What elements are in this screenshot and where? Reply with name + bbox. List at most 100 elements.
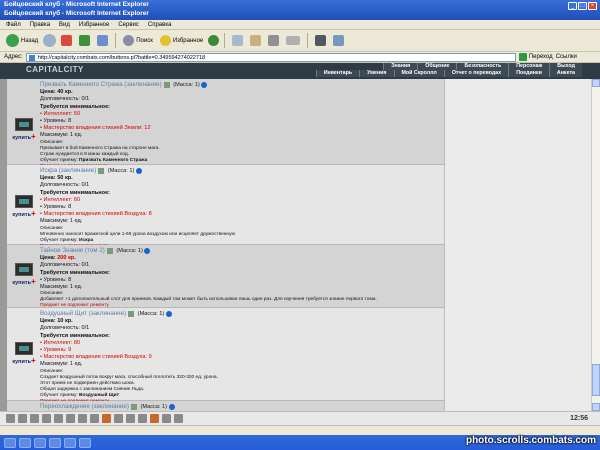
buy-button[interactable]: купить+ — [8, 118, 40, 141]
info-icon[interactable] — [201, 81, 208, 88]
taskbar-app-icon[interactable] — [19, 437, 31, 448]
menu-tools[interactable]: Сервис — [118, 22, 139, 28]
learned-skill: Искра — [79, 237, 94, 243]
nav-communication[interactable]: Общение — [417, 63, 457, 70]
back-button[interactable]: Назад — [4, 33, 40, 48]
info-icon[interactable] — [144, 247, 151, 254]
requirements-title: Требуется минимальное: — [40, 189, 111, 196]
item-image — [15, 342, 33, 355]
tool-icon[interactable] — [315, 35, 327, 46]
learned-skill: Призвать Каменного Стража — [79, 157, 148, 163]
buy-button[interactable]: купить+ — [8, 263, 40, 286]
item-price: 200 кр. — [57, 255, 76, 262]
maximize-button[interactable]: □ — [578, 2, 587, 10]
taskbar-app-icon[interactable] — [49, 437, 61, 448]
edit-icon[interactable] — [286, 36, 301, 45]
action-icon[interactable] — [78, 414, 87, 423]
print-icon[interactable] — [268, 35, 280, 46]
forward-arrow-icon[interactable] — [43, 34, 57, 47]
history-icon[interactable] — [232, 35, 244, 46]
add-icon: + — [30, 356, 36, 365]
nav-profile[interactable]: Анкета — [548, 70, 582, 77]
action-icon[interactable] — [162, 414, 171, 423]
site-logo: CAPITALCITY — [26, 65, 84, 74]
nav-inventory[interactable]: Инвентарь — [315, 70, 360, 77]
nav-knowledge[interactable]: Знания — [383, 63, 418, 70]
item-name[interactable]: Воздушный Щит (заклинание) — [40, 310, 126, 317]
menu-favorites[interactable]: Избранное — [79, 22, 109, 28]
requirement: • Мастерство владения стихией Воздуха: 9 — [40, 354, 152, 361]
start-icon[interactable] — [4, 437, 16, 448]
home-icon[interactable] — [97, 35, 109, 46]
links-label[interactable]: Ссылки — [556, 54, 577, 60]
item-name[interactable]: Призвать Каменного Стража (заклинание) — [40, 81, 162, 88]
action-icon[interactable] — [42, 414, 51, 423]
shop-item: купить+ Воздушный Щит (заклинание) (Масс… — [7, 308, 444, 404]
menu-file[interactable]: Файл — [6, 22, 21, 28]
shop-item: Переохлаждение (заклинание) (Масса: 1) — [7, 401, 444, 411]
item-name[interactable]: Искра (заклинание) — [40, 167, 96, 174]
item-flag-icon — [130, 403, 137, 410]
nav-logout[interactable]: Выход — [549, 63, 582, 70]
address-input[interactable]: http://capitalcity.combats.com/buttons.p… — [25, 52, 516, 62]
action-icon[interactable] — [90, 414, 99, 423]
action-icon[interactable] — [18, 414, 27, 423]
search-button[interactable]: Поиск — [121, 34, 155, 47]
buy-button[interactable]: купить+ — [8, 195, 40, 218]
go-button[interactable]: Переход — [518, 53, 553, 61]
menu-help[interactable]: Справка — [148, 22, 172, 28]
action-icon[interactable] — [126, 414, 135, 423]
stop-icon[interactable] — [61, 35, 73, 46]
messenger-icon[interactable] — [333, 35, 345, 46]
taskbar-app-icon[interactable] — [79, 437, 91, 448]
right-panel — [444, 79, 591, 411]
info-icon[interactable] — [165, 310, 172, 317]
nav-battles[interactable]: Поединки — [508, 70, 549, 77]
action-icon[interactable] — [102, 414, 111, 423]
item-flag-icon — [106, 247, 113, 254]
nav-my-scroll[interactable]: Мой Скроллл — [393, 70, 444, 77]
action-icon[interactable] — [30, 414, 39, 423]
go-arrow-icon — [518, 53, 527, 61]
vertical-scrollbar[interactable] — [591, 79, 600, 411]
item-name[interactable]: Тайное Знание (том 2) — [40, 247, 105, 254]
action-icon[interactable] — [150, 414, 159, 423]
nav-character[interactable]: Персонаж — [508, 63, 550, 70]
scroll-up-icon[interactable] — [592, 79, 600, 87]
item-name[interactable]: Переохлаждение (заклинание) — [40, 403, 129, 410]
item-durability: Долговечность: 0/1 — [40, 182, 90, 189]
taskbar-app-icon[interactable] — [64, 437, 76, 448]
item-mass: (Масса: 1) — [140, 404, 167, 410]
action-icon[interactable] — [6, 414, 15, 423]
scroll-down-icon[interactable] — [592, 403, 600, 411]
learned-skill: Воздушный Щит — [79, 392, 119, 398]
search-icon — [123, 35, 135, 46]
item-details: Призвать Каменного Стража (заклинание) (… — [40, 81, 440, 170]
nav-transfer-report[interactable]: Отчет о переводах — [443, 70, 509, 77]
item-max: Максимум: 1 ед. — [40, 132, 83, 139]
menu-edit[interactable]: Правка — [30, 22, 50, 28]
action-icon[interactable] — [114, 414, 123, 423]
shop-item: купить+ Призвать Каменного Стража (закли… — [7, 79, 444, 169]
menu-view[interactable]: Вид — [59, 22, 70, 28]
taskbar-app-icon[interactable] — [34, 437, 46, 448]
action-icon[interactable] — [66, 414, 75, 423]
mail-icon[interactable] — [250, 35, 262, 46]
action-icon[interactable] — [138, 414, 147, 423]
info-icon[interactable] — [135, 167, 142, 174]
shop-item-list: купить+ Призвать Каменного Стража (закли… — [7, 79, 444, 411]
star-icon — [159, 35, 171, 46]
action-icon[interactable] — [174, 414, 183, 423]
media-icon[interactable] — [208, 35, 220, 46]
item-mass: (Масса: 1) — [116, 248, 143, 254]
close-button[interactable]: × — [588, 2, 597, 10]
buy-button[interactable]: купить+ — [8, 342, 40, 365]
action-icon[interactable] — [54, 414, 63, 423]
nav-skills[interactable]: Умения — [359, 70, 394, 77]
info-icon[interactable] — [168, 403, 175, 410]
minimize-button[interactable]: _ — [568, 2, 577, 10]
scroll-thumb[interactable] — [592, 364, 600, 396]
favorites-button[interactable]: Избранное — [158, 34, 205, 47]
refresh-icon[interactable] — [79, 35, 91, 46]
nav-security[interactable]: Безопасность — [456, 63, 509, 70]
